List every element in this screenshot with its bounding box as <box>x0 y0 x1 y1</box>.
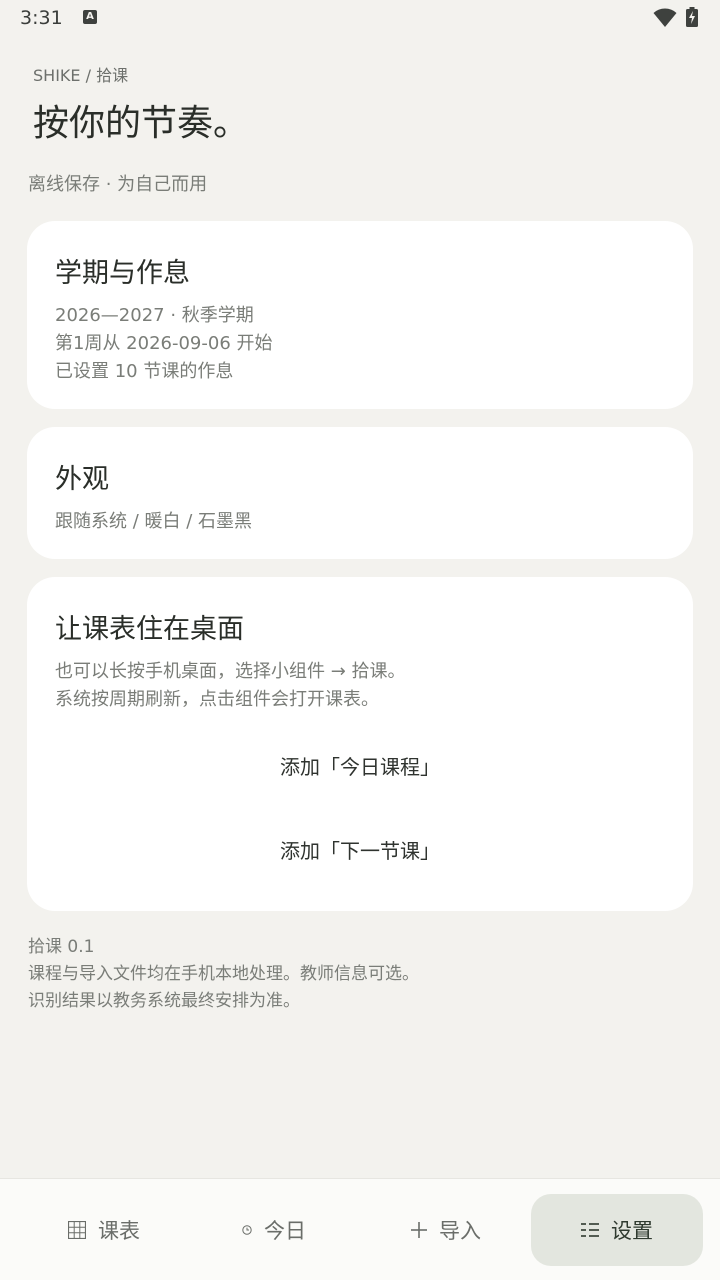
grid-icon <box>68 1221 86 1239</box>
nav-label-import: 导入 <box>439 1219 481 1243</box>
privacy-note: 课程与导入文件均在手机本地处理。教师信息可选。 <box>28 964 419 984</box>
clock-icon <box>242 1225 252 1235</box>
app-version: 拾课 0.1 <box>28 937 95 957</box>
nav-tab-timetable[interactable]: 课表 <box>18 1194 190 1266</box>
page-title: 按你的节奏。 <box>33 103 250 144</box>
plus-icon <box>411 1222 427 1238</box>
nav-label-settings: 设置 <box>611 1219 653 1243</box>
nav-tab-today[interactable]: 今日 <box>188 1194 360 1266</box>
bottom-navigation: 课表 今日 导入 设置 <box>0 1178 720 1280</box>
disclaimer-note: 识别结果以教务系统最终安排为准。 <box>28 991 300 1011</box>
battery-icon <box>686 7 698 27</box>
status-time: 3:31 <box>20 7 63 29</box>
term-card-title: 学期与作息 <box>55 258 190 289</box>
widget-hint-line2: 系统按周期刷新，点击组件会打开课表。 <box>55 689 379 710</box>
add-today-widget-button[interactable]: 添加「今日课程」 <box>27 737 693 793</box>
schedule-text: 已设置 10 节课的作息 <box>55 361 234 382</box>
add-next-class-widget-button[interactable]: 添加「下一节课」 <box>27 821 693 877</box>
nav-tab-settings[interactable]: 设置 <box>531 1194 703 1266</box>
wifi-icon <box>653 8 677 27</box>
breadcrumb: SHIKE / 拾课 <box>33 66 129 85</box>
widget-hint-line1: 也可以长按手机桌面，选择小组件 → 拾课。 <box>55 661 406 682</box>
appearance-card[interactable]: 外观 跟随系统 / 暖白 / 石墨黑 <box>27 427 693 559</box>
notification-icon: A <box>83 10 97 24</box>
semester-text: 2026—2027 · 秋季学期 <box>55 305 254 326</box>
week-start-text: 第1周从 2026-09-06 开始 <box>55 333 273 354</box>
appearance-options: 跟随系统 / 暖白 / 石墨黑 <box>55 511 253 532</box>
nav-label-today: 今日 <box>264 1219 306 1243</box>
term-schedule-card[interactable]: 学期与作息 2026—2027 · 秋季学期 第1周从 2026-09-06 开… <box>27 221 693 409</box>
settings-screen: 3:31 A SHIKE / 拾课 按你的节奏。 离线保存 · 为自己而用 学期… <box>0 0 720 1280</box>
widget-card: 让课表住在桌面 也可以长按手机桌面，选择小组件 → 拾课。 系统按周期刷新，点击… <box>27 577 693 911</box>
list-icon <box>581 1223 599 1237</box>
nav-tab-import[interactable]: 导入 <box>360 1194 532 1266</box>
widget-card-title: 让课表住在桌面 <box>55 614 244 645</box>
page-subtitle: 离线保存 · 为自己而用 <box>28 174 208 195</box>
status-bar: 3:31 A <box>0 0 720 36</box>
appearance-card-title: 外观 <box>55 464 109 495</box>
nav-label-timetable: 课表 <box>98 1219 140 1243</box>
